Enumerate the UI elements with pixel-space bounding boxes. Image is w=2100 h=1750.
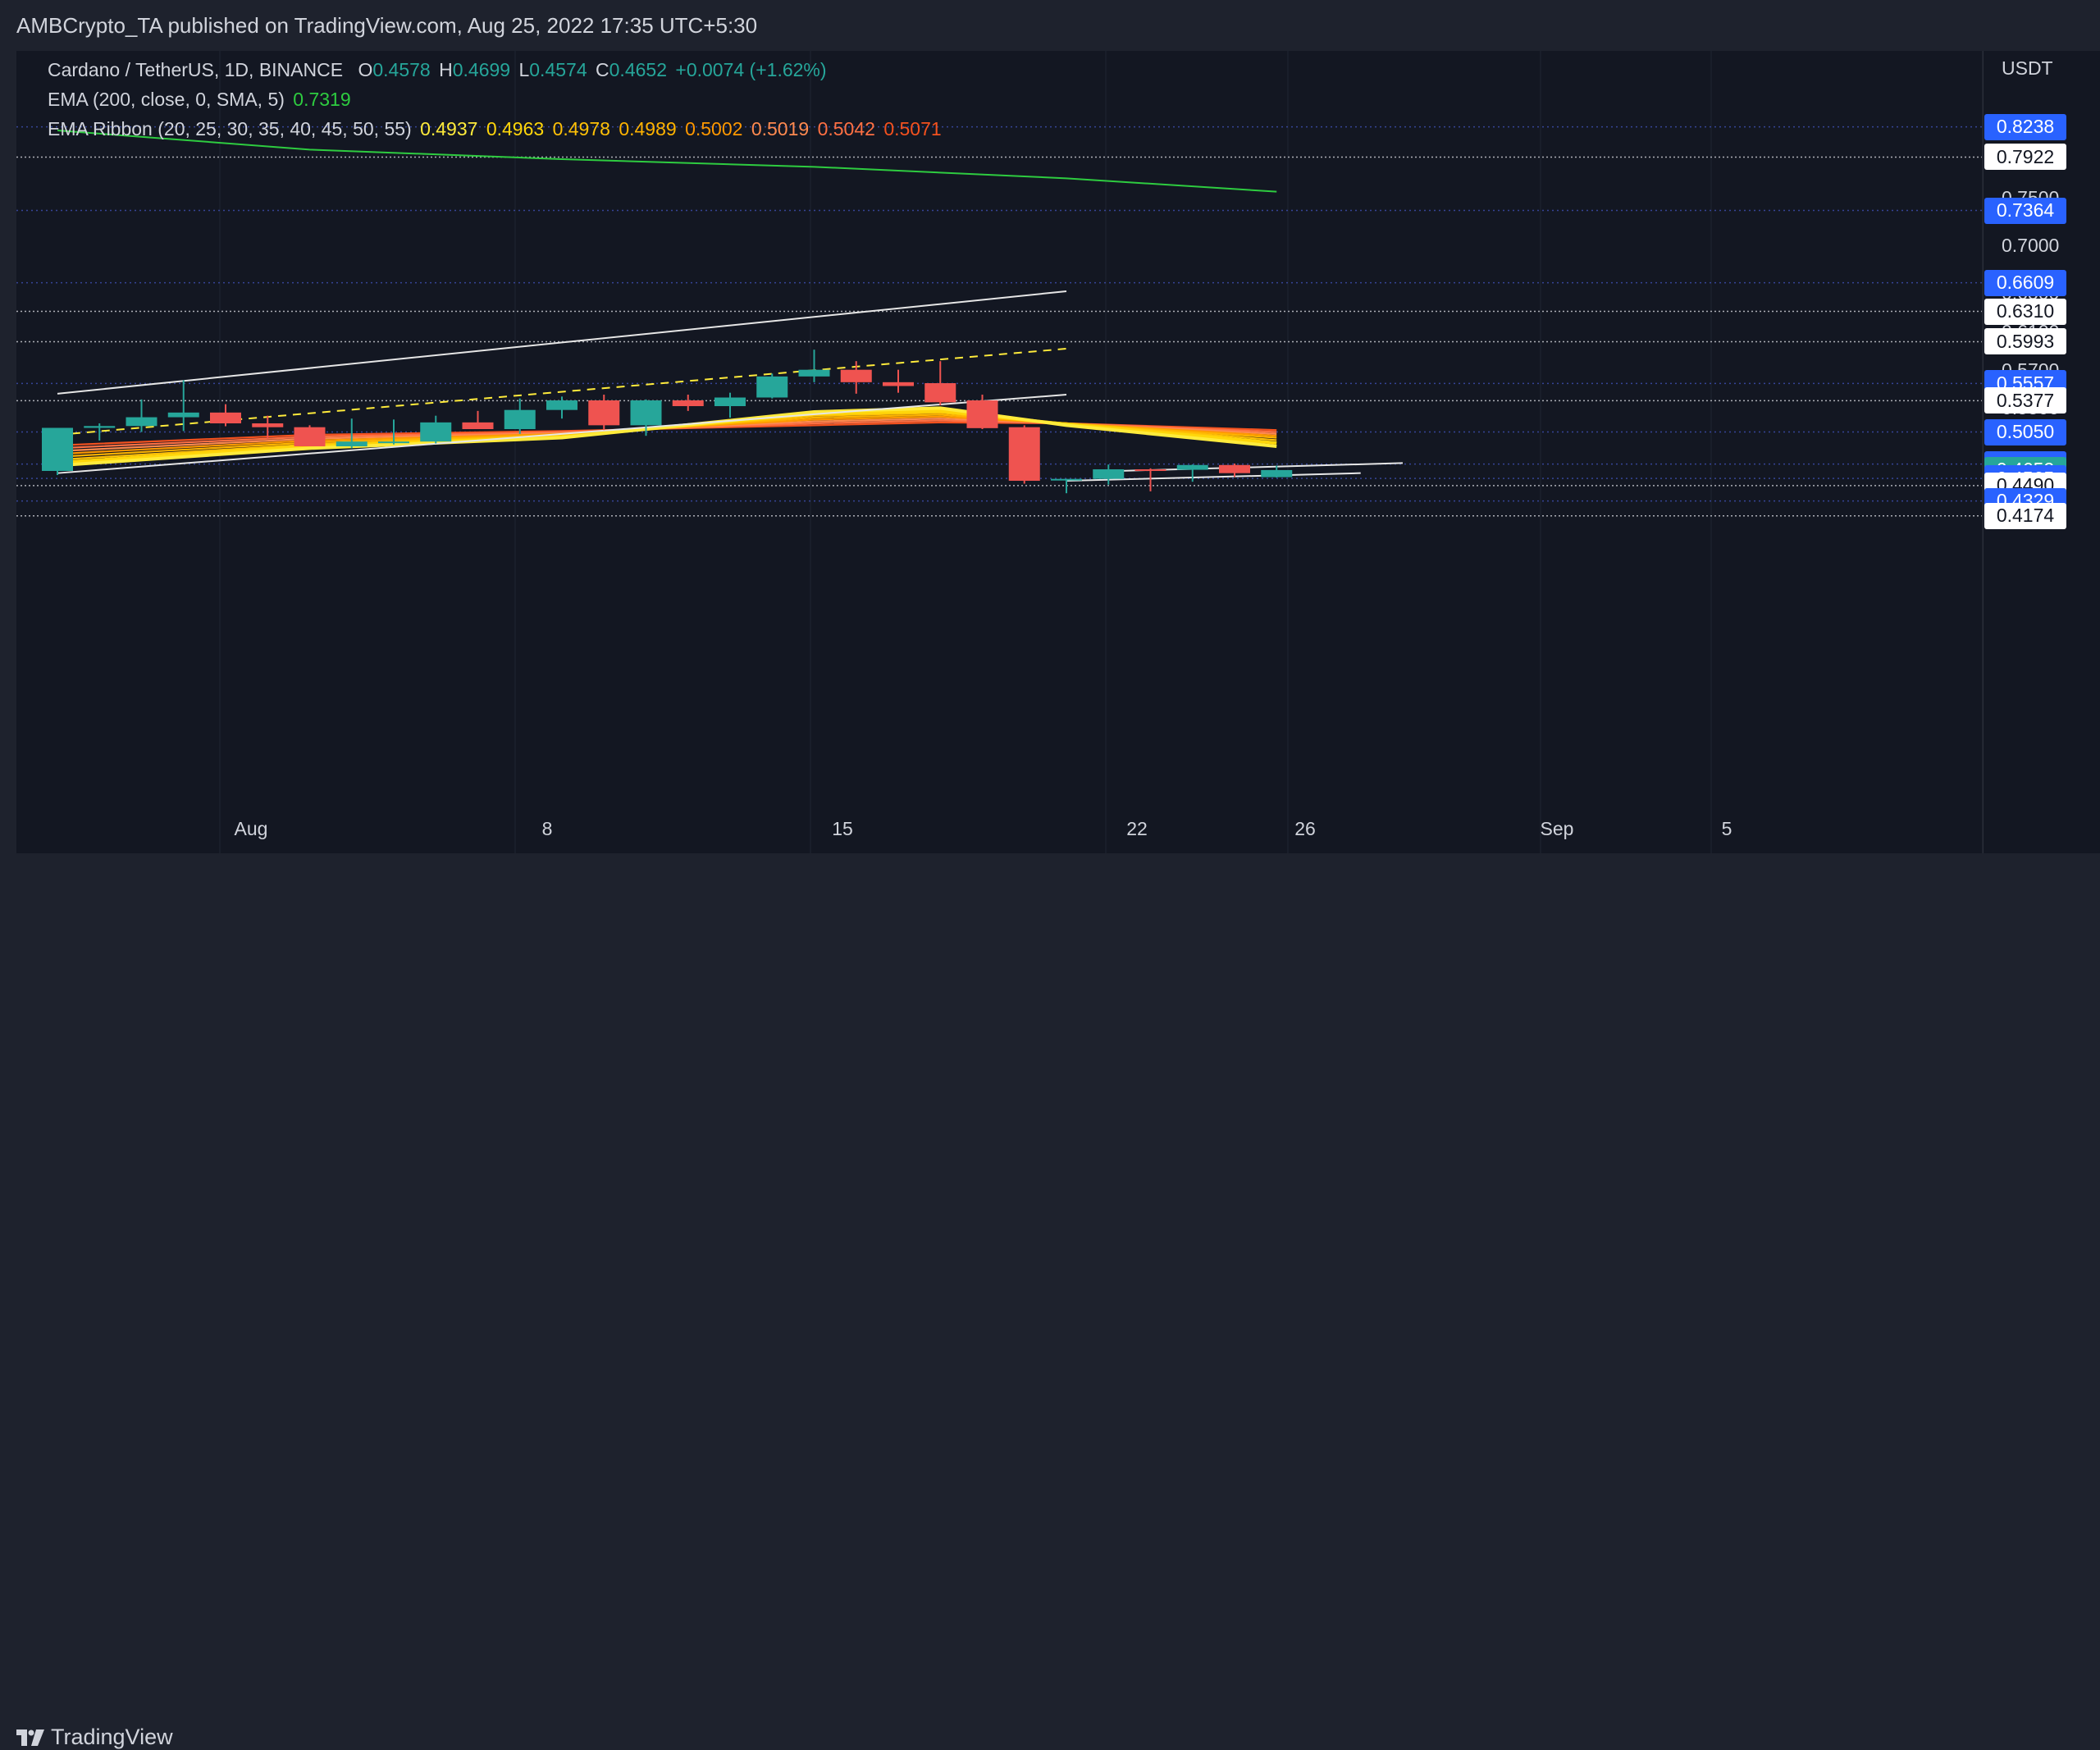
candle-body — [630, 400, 662, 426]
ribbon-value-2: 0.4963 — [486, 118, 545, 139]
time-tick-label: 5 — [1721, 818, 1732, 839]
candle-body — [924, 383, 956, 403]
legend-o-value: 0.4578 — [372, 59, 431, 80]
candle-body — [714, 397, 746, 407]
candle-body — [167, 412, 199, 418]
legend-change: +0.0074 (+1.62%) — [675, 59, 827, 80]
header-bar: AMBCrypto_TA published on TradingView.co… — [0, 0, 2100, 51]
time-tick-label: 22 — [1126, 818, 1148, 839]
candle-body — [756, 376, 788, 398]
price-tick-label: 0.7000 — [2002, 235, 2060, 256]
candle-body — [420, 422, 452, 442]
legend-c-value: 0.4652 — [609, 59, 667, 80]
price-badge-white[interactable]: 0.6310 — [1984, 298, 2066, 325]
candle-body — [883, 382, 914, 386]
price-badge-white[interactable]: 0.5377 — [1984, 387, 2066, 414]
ribbon-value-1: 0.4937 — [420, 118, 478, 139]
ribbon-value-3: 0.4978 — [552, 118, 610, 139]
candle-body — [966, 400, 998, 428]
legend-ohlc: Cardano / TetherUS, 1D, BINANCE O0.4578 … — [48, 59, 830, 81]
footer-bar: TradingView — [0, 853, 2100, 1749]
candle-body — [1219, 464, 1250, 473]
legend-symbol[interactable]: Cardano / TetherUS, 1D, BINANCE — [48, 59, 343, 80]
candle-body — [294, 427, 326, 447]
candle-body — [84, 426, 116, 428]
candle-body — [378, 441, 409, 444]
candle-body — [336, 441, 368, 447]
ribbon-value-4: 0.4989 — [619, 118, 677, 139]
legend-ema-value: 0.7319 — [293, 89, 351, 110]
ribbon-value-6: 0.5019 — [751, 118, 810, 139]
time-tick-label: 26 — [1294, 818, 1316, 839]
candle-body — [1261, 469, 1293, 477]
trendline — [57, 290, 1067, 395]
axis-currency-label[interactable]: USDT — [2002, 57, 2053, 80]
candle-body — [1176, 464, 1208, 470]
time-tick-label: 8 — [541, 818, 553, 839]
legend-h-label: H — [439, 59, 453, 80]
ribbon-value-5: 0.5002 — [685, 118, 743, 139]
candle-body — [1134, 469, 1166, 472]
candle-body — [798, 369, 830, 377]
price-badge-blue[interactable]: 0.6609 — [1984, 269, 2066, 296]
time-tick-label: Aug — [234, 818, 268, 839]
candle-body — [462, 422, 494, 430]
candle-body — [210, 412, 241, 424]
candle-body — [588, 400, 620, 426]
legend-l-value: 0.4574 — [529, 59, 587, 80]
legend-o-label: O — [358, 59, 373, 80]
price-chart-svg[interactable] — [16, 51, 1982, 853]
price-badge-white[interactable]: 0.7922 — [1984, 144, 2066, 171]
candle-body — [1093, 469, 1125, 479]
chart-pane[interactable]: Cardano / TetherUS, 1D, BINANCE O0.4578 … — [16, 51, 1982, 853]
legend-c-label: C — [596, 59, 609, 80]
candle-body — [42, 427, 73, 472]
legend-ribbon-label[interactable]: EMA Ribbon (20, 25, 30, 35, 40, 45, 50, … — [48, 118, 412, 139]
price-badge-white[interactable]: 0.4174 — [1984, 502, 2066, 529]
legend-ema: EMA (200, close, 0, SMA, 5) 0.7319 — [48, 89, 354, 111]
candle-body — [126, 417, 158, 427]
candle-body — [1051, 478, 1082, 481]
candle-body — [672, 400, 704, 407]
ribbon-value-7: 0.5042 — [817, 118, 875, 139]
time-tick-label: 15 — [832, 818, 853, 839]
price-badge-blue[interactable]: 0.7364 — [1984, 197, 2066, 224]
tradingview-brand-text: TradingView — [51, 1725, 173, 1749]
price-badge-blue[interactable]: 0.5050 — [1984, 418, 2066, 445]
legend-h-value: 0.4699 — [452, 59, 511, 80]
candle-body — [252, 423, 284, 427]
candle-body — [504, 409, 536, 430]
tradingview-logo[interactable]: TradingView — [16, 1725, 173, 1750]
legend-ribbon: EMA Ribbon (20, 25, 30, 35, 40, 45, 50, … — [48, 118, 945, 140]
ribbon-value-8: 0.5071 — [883, 118, 942, 139]
time-tick-label: Sep — [1540, 818, 1574, 839]
candle-body — [1008, 427, 1040, 482]
tradingview-logo-icon — [16, 1729, 44, 1746]
price-badge-blue[interactable]: 0.8238 — [1984, 113, 2066, 140]
legend-l-label: L — [518, 59, 530, 80]
candle-body — [840, 369, 872, 382]
price-badge-white[interactable]: 0.5993 — [1984, 328, 2066, 355]
candle-body — [546, 400, 578, 410]
publish-info: AMBCrypto_TA published on TradingView.co… — [16, 13, 758, 38]
legend-ema-label[interactable]: EMA (200, close, 0, SMA, 5) — [48, 89, 285, 110]
